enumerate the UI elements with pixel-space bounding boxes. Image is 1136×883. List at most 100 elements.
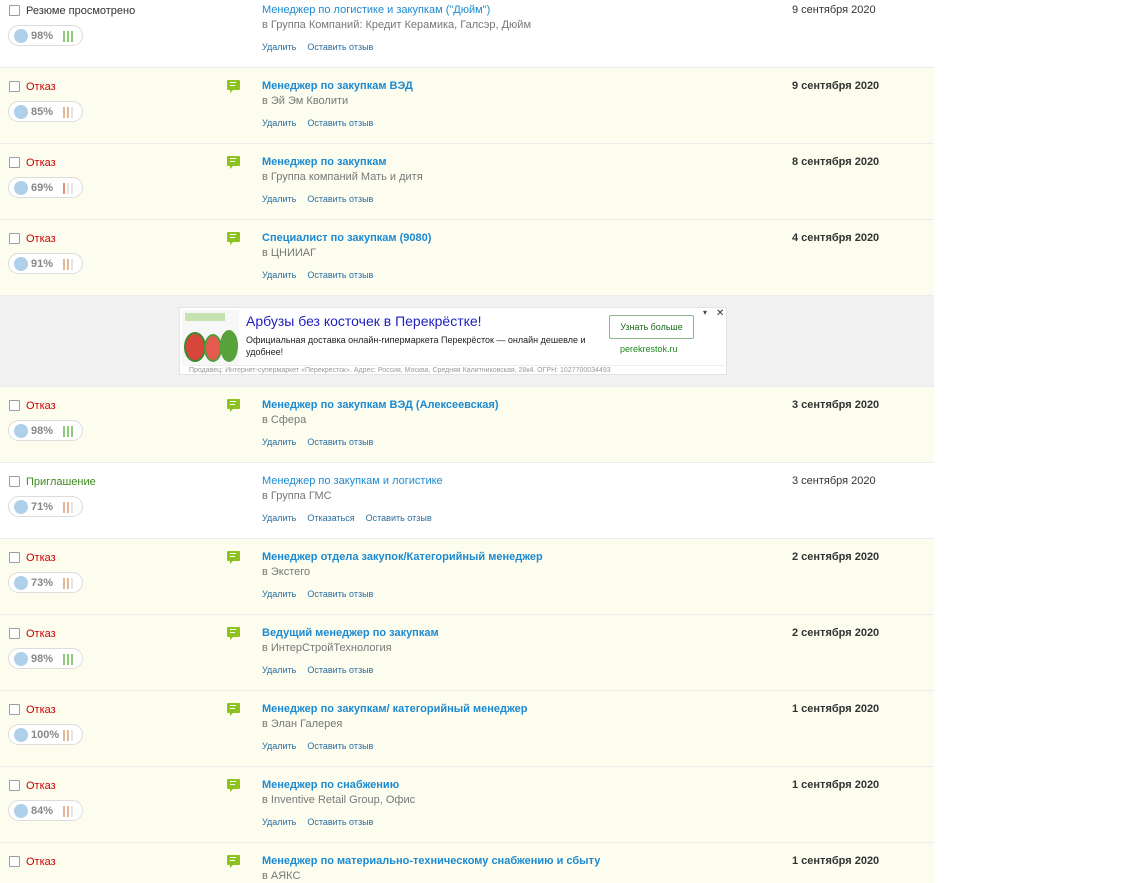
row-checkbox[interactable]	[9, 628, 20, 639]
vacancy-title-link[interactable]: Менеджер по логистике и закупкам ("Дюйм"…	[262, 4, 490, 17]
chat-icon[interactable]	[227, 627, 240, 640]
status-label: Отказ	[26, 704, 56, 716]
match-bar	[71, 183, 73, 194]
vacancy-title-link[interactable]: Менеджер по закупкам ВЭД	[262, 80, 413, 93]
match-bar	[67, 259, 69, 270]
match-pie-icon	[14, 105, 28, 119]
match-bar	[67, 806, 69, 817]
action-link[interactable]: Оставить отзыв	[307, 194, 373, 204]
response-date: 9 сентября 2020	[792, 80, 880, 92]
row-checkbox[interactable]	[9, 552, 20, 563]
action-link[interactable]: Удалить	[262, 118, 296, 128]
ad-domain-link[interactable]: perekrestok.ru	[620, 344, 678, 355]
match-pie-icon	[14, 181, 28, 195]
company-name: в Группа Компаний: Кредит Керамика, Галс…	[262, 19, 532, 31]
response-date: 9 сентября 2020	[792, 4, 876, 16]
chat-icon[interactable]	[227, 779, 240, 792]
row-actions: Удалить Оставить отзыв	[262, 741, 384, 752]
vacancy-title-link[interactable]: Менеджер по снабжению	[262, 779, 399, 792]
match-bar	[63, 806, 65, 817]
action-link[interactable]: Отказаться	[307, 513, 354, 523]
match-badge[interactable]: 84%	[8, 800, 83, 821]
action-link[interactable]: Удалить	[262, 817, 296, 827]
row-checkbox[interactable]	[9, 704, 20, 715]
chat-icon[interactable]	[227, 156, 240, 169]
vacancy-title-link[interactable]: Менеджер отдела закупок/Категорийный мен…	[262, 551, 543, 564]
vacancy-title-link[interactable]: Менеджер по закупкам/ категорийный менед…	[262, 703, 527, 716]
action-link[interactable]: Оставить отзыв	[307, 741, 373, 751]
close-icon[interactable]: ✕	[716, 308, 724, 320]
row-checkbox[interactable]	[9, 157, 20, 168]
response-row: Отказ 98% Ведущий менеджер по закупкам в Ин…	[0, 615, 934, 691]
action-link[interactable]: Удалить	[262, 589, 296, 599]
match-percent: 100%	[31, 729, 60, 741]
action-link[interactable]: Удалить	[262, 513, 296, 523]
company-name: в Элан Галерея	[262, 718, 343, 730]
response-date: 2 сентября 2020	[792, 551, 880, 563]
vacancy-title-link[interactable]: Специалист по закупкам (9080)	[262, 232, 431, 245]
chat-icon[interactable]	[227, 551, 240, 564]
row-checkbox[interactable]	[9, 5, 20, 16]
vacancy-title-link[interactable]: Менеджер по закупкам ВЭД (Алексеевская)	[262, 399, 499, 412]
vacancy-title-link[interactable]: Менеджер по закупкам	[262, 156, 386, 169]
match-badge[interactable]: 69%	[8, 177, 83, 198]
action-link[interactable]: Оставить отзыв	[307, 270, 373, 280]
match-badge[interactable]: 98%	[8, 420, 83, 441]
status-label: Отказ	[26, 233, 56, 245]
chat-icon[interactable]	[227, 399, 240, 412]
row-checkbox[interactable]	[9, 476, 20, 487]
action-link[interactable]: Удалить	[262, 42, 296, 52]
match-percent: 73%	[31, 577, 54, 589]
row-checkbox[interactable]	[9, 233, 20, 244]
match-badge[interactable]: 71%	[8, 496, 83, 517]
response-date: 2 сентября 2020	[792, 627, 880, 639]
match-bars-icon	[63, 259, 77, 270]
action-link[interactable]: Оставить отзыв	[307, 589, 373, 599]
ad-banner[interactable]: Арбузы без косточек в Перекрёстке! Офици…	[179, 307, 727, 375]
action-link[interactable]: Удалить	[262, 194, 296, 204]
chat-icon[interactable]	[227, 855, 240, 868]
company-name: в АЯКС	[262, 870, 301, 882]
row-actions: Удалить Оставить отзыв	[262, 665, 384, 676]
action-link[interactable]: Оставить отзыв	[366, 513, 432, 523]
action-link[interactable]: Удалить	[262, 665, 296, 675]
vacancy-title-link[interactable]: Ведущий менеджер по закупкам	[262, 627, 439, 640]
match-badge[interactable]: 85%	[8, 101, 83, 122]
ad-image[interactable]	[182, 310, 239, 366]
action-link[interactable]: Удалить	[262, 741, 296, 751]
ad-info-icon[interactable]: ▾	[703, 308, 707, 318]
match-bars-icon	[63, 31, 77, 42]
action-link[interactable]: Оставить отзыв	[307, 665, 373, 675]
match-badge[interactable]: 73%	[8, 572, 83, 593]
match-bars-icon	[63, 730, 77, 741]
match-badge[interactable]: 98%	[8, 25, 83, 46]
chat-icon[interactable]	[227, 80, 240, 93]
vacancy-title-link[interactable]: Менеджер по закупкам и логистике	[262, 475, 443, 488]
status-label: Отказ	[26, 780, 56, 792]
action-link[interactable]: Удалить	[262, 270, 296, 280]
match-badge[interactable]: 98%	[8, 648, 83, 669]
row-checkbox[interactable]	[9, 400, 20, 411]
row-checkbox[interactable]	[9, 780, 20, 791]
action-link[interactable]: Оставить отзыв	[307, 817, 373, 827]
match-badge[interactable]: 91%	[8, 253, 83, 274]
chat-icon[interactable]	[227, 703, 240, 716]
ad-title[interactable]: Арбузы без косточек в Перекрёстке!	[246, 313, 482, 330]
row-checkbox[interactable]	[9, 856, 20, 867]
row-checkbox[interactable]	[9, 81, 20, 92]
action-link[interactable]: Оставить отзыв	[307, 437, 373, 447]
response-date: 3 сентября 2020	[792, 399, 880, 411]
ad-learn-more-button[interactable]: Узнать больше	[609, 315, 694, 339]
row-actions: Удалить Отказаться Оставить отзыв	[262, 513, 443, 524]
row-actions: Удалить Оставить отзыв	[262, 118, 384, 129]
match-badge[interactable]: 100%	[8, 724, 83, 745]
action-link[interactable]: Оставить отзыв	[307, 42, 373, 52]
action-link[interactable]: Оставить отзыв	[307, 118, 373, 128]
row-actions: Удалить Оставить отзыв	[262, 42, 384, 53]
chat-icon[interactable]	[227, 232, 240, 245]
action-link[interactable]: Удалить	[262, 437, 296, 447]
response-date: 1 сентября 2020	[792, 703, 880, 715]
match-bar	[63, 259, 65, 270]
match-pie-icon	[14, 804, 28, 818]
vacancy-title-link[interactable]: Менеджер по материально-техническому сна…	[262, 855, 600, 868]
